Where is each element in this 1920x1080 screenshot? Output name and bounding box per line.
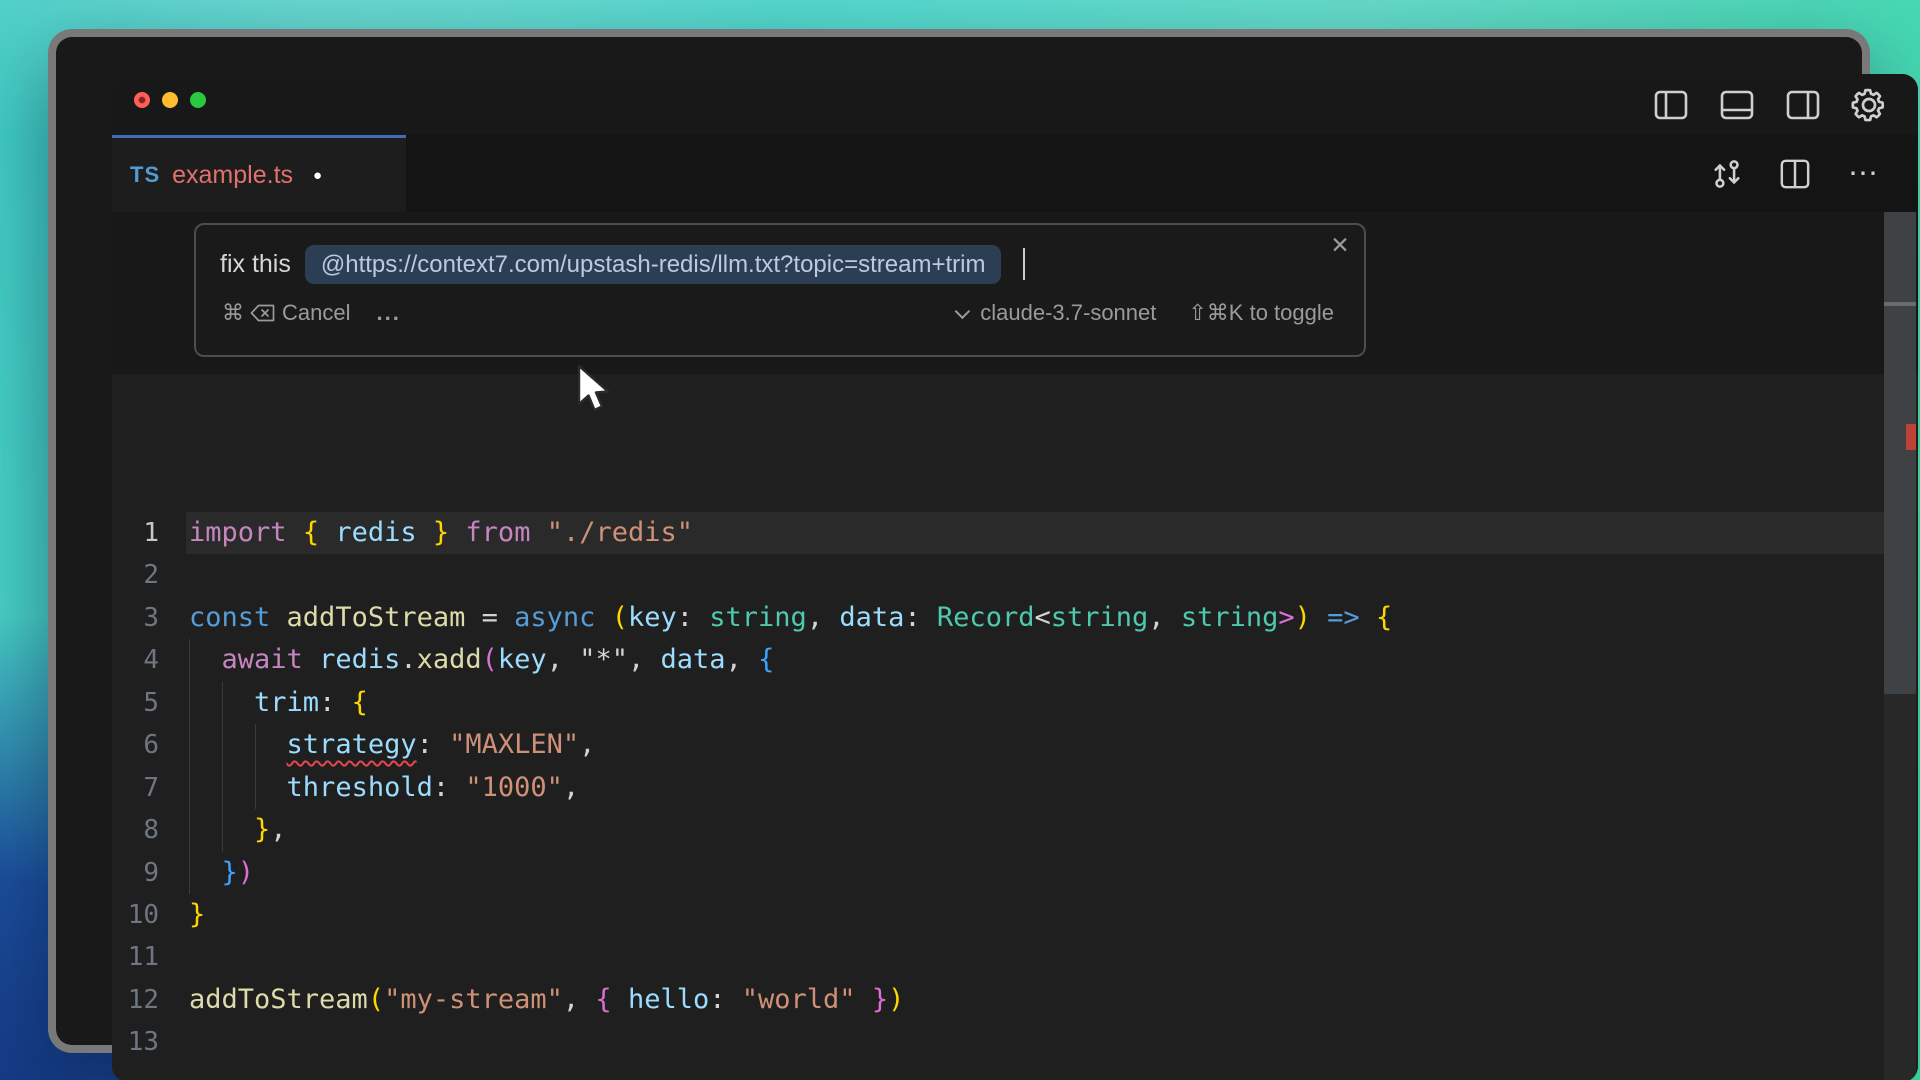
toggle-left-panel-icon[interactable] bbox=[1652, 86, 1690, 124]
ellipsis-glyph: ⋯ bbox=[1848, 156, 1878, 191]
tab-title: example.ts bbox=[172, 161, 293, 190]
toggle-shortcut-hint: ⇧⌘K to toggle bbox=[1188, 300, 1334, 326]
prompt-toolbar-row: ⌘ Cancel ... claude-3.7-sonnet ⇧⌘K bbox=[222, 300, 1334, 326]
line-number: 1 bbox=[112, 512, 159, 554]
text-caret bbox=[1023, 248, 1025, 280]
typescript-file-icon: TS bbox=[130, 162, 160, 188]
more-actions-icon[interactable]: ⋯ bbox=[1844, 155, 1882, 193]
prompt-input-row[interactable]: fix this @https://context7.com/upstash-r… bbox=[220, 242, 1364, 286]
line-number-gutter: 12345678910111213 bbox=[112, 512, 159, 1064]
code-line[interactable]: }, bbox=[189, 809, 1849, 851]
code-line[interactable] bbox=[189, 1021, 1849, 1063]
code-line[interactable] bbox=[189, 554, 1849, 596]
code-line[interactable]: trim: { bbox=[189, 682, 1849, 724]
code-line[interactable]: strategy: "MAXLEN", bbox=[189, 724, 1849, 766]
tab-example-ts[interactable]: TS example.ts ● bbox=[112, 135, 406, 212]
line-number: 9 bbox=[112, 852, 159, 894]
cancel-button[interactable]: ⌘ Cancel bbox=[222, 300, 350, 326]
prompt-left-actions: ⌘ Cancel ... bbox=[222, 300, 401, 326]
line-number: 8 bbox=[112, 809, 159, 851]
settings-gear-icon[interactable] bbox=[1850, 86, 1888, 124]
prompt-text: fix this bbox=[220, 250, 291, 279]
close-window-button[interactable] bbox=[134, 92, 150, 108]
editor-window: TS example.ts ● ⋯ bbox=[48, 29, 1870, 1053]
editor-actions: ⋯ bbox=[1708, 135, 1882, 212]
prompt-right-actions: claude-3.7-sonnet ⇧⌘K to toggle bbox=[959, 300, 1334, 326]
line-number: 10 bbox=[112, 894, 159, 936]
code-line[interactable]: } bbox=[189, 894, 1849, 936]
chevron-down-icon bbox=[955, 303, 971, 319]
line-number: 6 bbox=[112, 724, 159, 766]
toggle-right-panel-icon[interactable] bbox=[1784, 86, 1822, 124]
inline-chat-widget[interactable]: ✕ fix this @https://context7.com/upstash… bbox=[194, 223, 1366, 357]
line-number: 7 bbox=[112, 767, 159, 809]
split-editor-icon[interactable] bbox=[1776, 155, 1814, 193]
code-content[interactable]: import { redis } from "./redis" const add… bbox=[189, 512, 1849, 1064]
code-line[interactable] bbox=[189, 936, 1849, 978]
code-line[interactable]: await redis.xadd(key, "*", data, { bbox=[189, 639, 1849, 681]
code-line[interactable]: import { redis } from "./redis" bbox=[189, 512, 1849, 554]
cmd-key-glyph: ⌘ bbox=[222, 300, 244, 326]
scrollbar-track[interactable] bbox=[1884, 212, 1916, 1080]
tabbar: TS example.ts ● ⋯ bbox=[112, 135, 1918, 212]
titlebar-actions bbox=[1652, 74, 1888, 135]
compare-changes-icon[interactable] bbox=[1708, 155, 1746, 193]
window-content: TS example.ts ● ⋯ bbox=[112, 74, 1918, 1080]
toggle-bottom-panel-icon[interactable] bbox=[1718, 86, 1756, 124]
line-number: 11 bbox=[112, 936, 159, 978]
line-number: 5 bbox=[112, 682, 159, 724]
code-line[interactable]: }) bbox=[189, 852, 1849, 894]
desktop: TS example.ts ● ⋯ bbox=[0, 0, 1920, 1080]
cancel-label: Cancel bbox=[282, 300, 350, 326]
line-number: 12 bbox=[112, 979, 159, 1021]
line-number: 3 bbox=[112, 597, 159, 639]
titlebar bbox=[112, 74, 1918, 135]
code-line[interactable]: const addToStream = async (key: string, … bbox=[189, 597, 1849, 639]
line-number: 4 bbox=[112, 639, 159, 681]
backspace-icon bbox=[250, 303, 276, 323]
model-selector[interactable]: claude-3.7-sonnet bbox=[959, 300, 1156, 326]
mouse-pointer-icon bbox=[575, 364, 615, 416]
context-url-chip[interactable]: @https://context7.com/upstash-redis/llm.… bbox=[305, 245, 1002, 284]
modified-dot-icon: ● bbox=[313, 167, 322, 184]
line-number: 13 bbox=[112, 1021, 159, 1063]
more-options-button[interactable]: ... bbox=[376, 300, 400, 326]
code-line[interactable]: threshold: "1000", bbox=[189, 767, 1849, 809]
close-icon[interactable]: ✕ bbox=[1326, 231, 1354, 259]
code-editor: 12345678910111213 import { redis } from … bbox=[112, 212, 1918, 1080]
model-name: claude-3.7-sonnet bbox=[980, 300, 1156, 326]
line-number: 2 bbox=[112, 554, 159, 596]
traffic-lights bbox=[134, 92, 206, 108]
zoom-window-button[interactable] bbox=[190, 92, 206, 108]
scrollbar-top-marker bbox=[1884, 302, 1916, 306]
error-overview-marker bbox=[1906, 424, 1916, 450]
minimize-window-button[interactable] bbox=[162, 92, 178, 108]
code-line[interactable]: addToStream("my-stream", { hello: "world… bbox=[189, 979, 1849, 1021]
scrollbar-thumb[interactable] bbox=[1884, 212, 1916, 694]
